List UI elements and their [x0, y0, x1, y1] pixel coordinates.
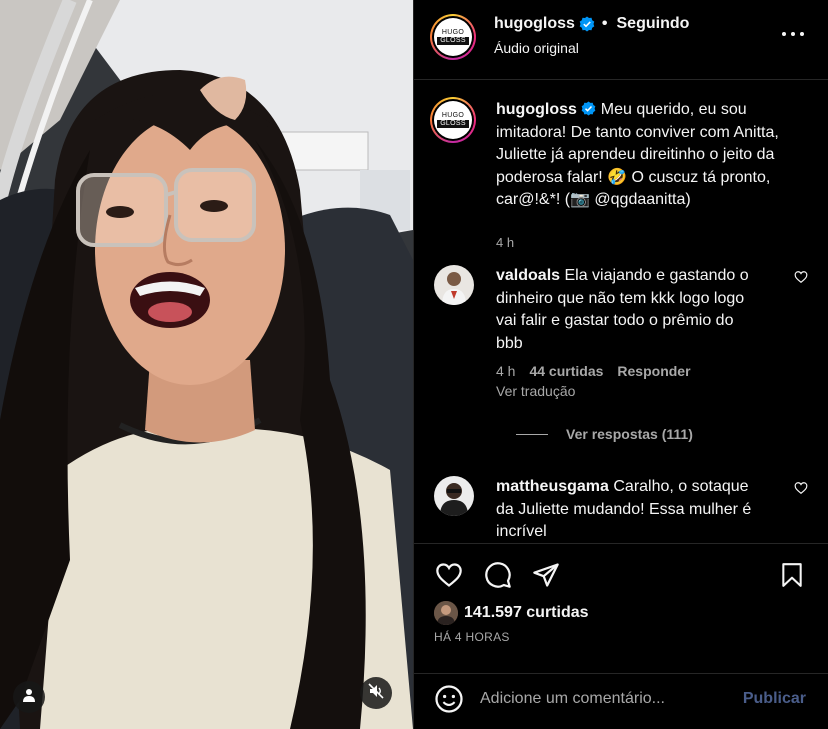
commenter-username[interactable]: mattheusgama	[496, 478, 609, 495]
original-audio-link[interactable]: Áudio original	[494, 40, 579, 56]
heart-icon	[435, 561, 463, 594]
comment-button[interactable]	[483, 561, 513, 594]
caption-username[interactable]: hugogloss	[496, 101, 577, 118]
post-details-panel: HUGO GLOSS hugogloss • Seguindo Áudio or…	[413, 0, 828, 729]
comment-text-block: mattheusgama Caralho, o sotaque da Julie…	[496, 476, 762, 543]
video-frame	[0, 0, 413, 729]
bookmark-icon	[779, 561, 805, 594]
post-time-ago[interactable]: HÁ 4 HORAS	[434, 630, 510, 644]
caption-author-avatar[interactable]: HUGO GLOSS	[430, 97, 476, 143]
tag-people-button[interactable]	[13, 681, 45, 713]
commenter-avatar[interactable]	[434, 265, 474, 305]
save-button[interactable]	[777, 562, 807, 592]
separator-dot: •	[601, 15, 608, 32]
comment-like-button[interactable]	[794, 481, 808, 500]
comment-time[interactable]: 4 h	[496, 363, 515, 379]
logo-text-top: HUGO	[441, 29, 465, 36]
author-username[interactable]: hugogloss	[494, 15, 575, 33]
likes-row[interactable]: 141.597 curtidas	[434, 601, 589, 625]
logo-text-bottom: GLOSS	[437, 37, 469, 45]
following-button[interactable]: Seguindo	[617, 15, 690, 33]
see-translation-button[interactable]: Ver tradução	[496, 383, 575, 399]
like-button[interactable]	[434, 562, 464, 592]
comment-like-button[interactable]	[794, 270, 808, 289]
header-user-row: hugogloss • Seguindo	[494, 15, 689, 33]
replies-divider-line	[516, 433, 548, 435]
comment-meta: 4 h 44 curtidas Responder	[496, 363, 691, 379]
comment-text-block: valdoals Ela viajando e gastando o dinhe…	[496, 265, 762, 355]
comment-input[interactable]	[480, 684, 730, 714]
verified-badge-icon	[581, 101, 596, 116]
verified-badge-icon	[579, 16, 595, 32]
comment-likes[interactable]: 44 curtidas	[529, 363, 603, 379]
view-replies-label: Ver respostas (111)	[566, 426, 693, 442]
heart-icon	[794, 271, 808, 288]
emoji-icon	[434, 685, 464, 718]
comments-section: HUGO GLOSS hugogloss Meu querido, eu sou…	[414, 81, 828, 543]
post-video[interactable]	[0, 0, 413, 729]
caption-timestamp[interactable]: 4 h	[496, 235, 514, 250]
logo-text-bottom: GLOSS	[437, 120, 469, 128]
share-icon	[532, 561, 560, 594]
author-avatar[interactable]: HUGO GLOSS	[430, 14, 476, 60]
commenter-avatar[interactable]	[434, 476, 474, 516]
mute-toggle-button[interactable]	[360, 677, 392, 709]
comment-icon	[484, 561, 512, 594]
add-comment-bar: Publicar	[414, 673, 828, 729]
speaker-muted-icon	[368, 682, 384, 704]
publish-button[interactable]: Publicar	[743, 690, 806, 708]
caption-text-block: hugogloss Meu querido, eu sou imitadora!…	[496, 99, 796, 212]
heart-icon	[794, 482, 808, 499]
user-tag-icon	[22, 688, 36, 707]
commenter-username[interactable]: valdoals	[496, 267, 560, 284]
logo-text-top: HUGO	[441, 112, 465, 119]
reply-button[interactable]: Responder	[617, 363, 690, 379]
share-button[interactable]	[531, 562, 561, 592]
post-header: HUGO GLOSS hugogloss • Seguindo Áudio or…	[414, 0, 828, 80]
likes-count: 141.597 curtidas	[464, 604, 589, 621]
liker-avatar	[434, 601, 458, 625]
post-actions: 141.597 curtidas HÁ 4 HORAS	[414, 543, 828, 673]
view-replies-button[interactable]: Ver respostas (111)	[516, 426, 693, 442]
more-options-icon[interactable]	[782, 24, 804, 44]
emoji-picker-button[interactable]	[434, 684, 464, 714]
